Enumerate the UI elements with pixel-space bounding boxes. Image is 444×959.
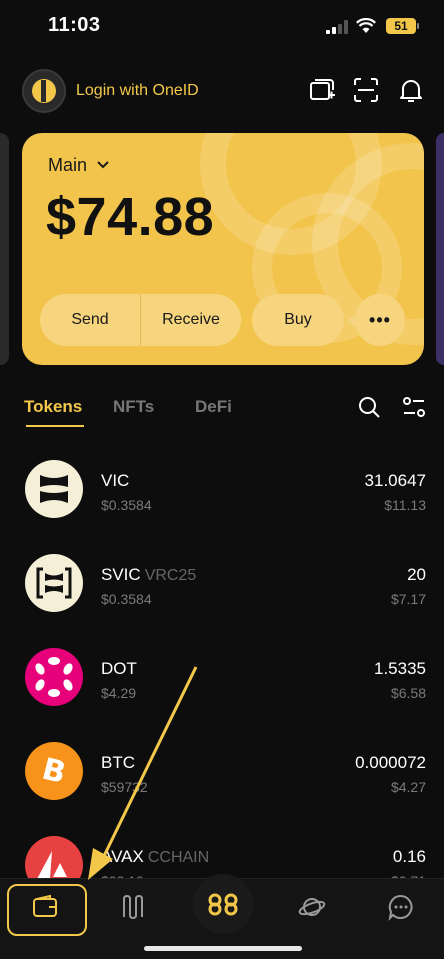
highlight-box [7, 884, 87, 936]
swap-icon[interactable] [119, 893, 147, 921]
token-symbol[interactable]: DOT [101, 659, 137, 679]
token-symbol-text: SVIC [101, 565, 141, 584]
more-actions-button[interactable]: ••• [355, 294, 405, 346]
vic-icon [25, 460, 83, 518]
token-amount: 20 [407, 565, 426, 584]
token-symbol-text: DOT [101, 659, 137, 678]
login-oneid-link[interactable]: Login with OneID [76, 82, 199, 100]
svg-text:B: B [39, 752, 70, 791]
battery-indicator: 51 [386, 18, 416, 34]
bitcoin-icon: B [25, 742, 83, 800]
token-symbol-text: VIC [101, 471, 130, 490]
svic-icon [25, 554, 83, 612]
token-amount: 1.5335 [374, 659, 426, 678]
home-logo-button[interactable] [193, 874, 253, 934]
add-wallet-icon[interactable] [308, 76, 336, 104]
cellular-signal-icon [326, 20, 348, 34]
token-price: $0.3584 [101, 497, 152, 513]
search-icon[interactable] [357, 395, 381, 419]
token-symbol-text: AVAX [101, 847, 144, 866]
chevron-down-icon[interactable] [96, 160, 110, 170]
tab-defi[interactable]: DeFi [195, 397, 232, 417]
token-symbol[interactable]: BTC [101, 753, 135, 773]
token-symbol[interactable]: AVAX CCHAIN [101, 847, 209, 867]
token-symbol[interactable]: SVIC VRC25 [101, 565, 196, 585]
buy-button[interactable]: Buy [252, 294, 344, 346]
receive-button[interactable]: Receive [141, 294, 241, 346]
token-symbol[interactable]: VIC [101, 471, 129, 491]
token-value: $6.58 [390, 685, 426, 701]
chat-icon[interactable] [387, 893, 415, 921]
scan-qr-icon[interactable] [352, 76, 380, 104]
tab-nfts[interactable]: NFTs [113, 397, 154, 417]
token-standard-tag: VRC25 [144, 567, 197, 584]
token-symbol-text: BTC [101, 753, 135, 772]
token-value: $7.17 [390, 591, 426, 607]
token-amount: 31.0647 [364, 471, 426, 490]
token-amount: 0.000072 [355, 753, 426, 772]
polkadot-icon [25, 648, 83, 706]
active-tab-indicator [26, 425, 84, 427]
notification-bell-icon[interactable] [397, 76, 425, 104]
token-value: $4.27 [390, 779, 426, 795]
token-price: $0.3584 [101, 591, 152, 607]
oneid-logo-icon [32, 79, 56, 103]
previous-wallet-card[interactable] [0, 133, 9, 365]
wallet-selector[interactable]: Main [48, 155, 87, 176]
token-price: $59732 [101, 779, 148, 795]
oneid-avatar[interactable] [22, 69, 66, 113]
token-chain-tag: CCHAIN [147, 849, 210, 866]
next-wallet-card[interactable] [436, 133, 444, 365]
status-time: 11:03 [48, 14, 101, 36]
filter-settings-icon[interactable] [402, 395, 426, 419]
token-price: $4.29 [101, 685, 137, 701]
token-value: $11.13 [384, 497, 426, 513]
wifi-icon [356, 18, 376, 33]
explore-planet-icon[interactable] [298, 893, 326, 921]
tab-tokens[interactable]: Tokens [24, 397, 82, 417]
home-indicator [144, 946, 302, 951]
home-logo-icon [208, 893, 238, 916]
wallet-balance: $74.88 [46, 187, 215, 247]
send-button[interactable]: Send [40, 294, 141, 346]
battery-tip [417, 23, 419, 29]
token-amount: 0.16 [392, 847, 426, 866]
